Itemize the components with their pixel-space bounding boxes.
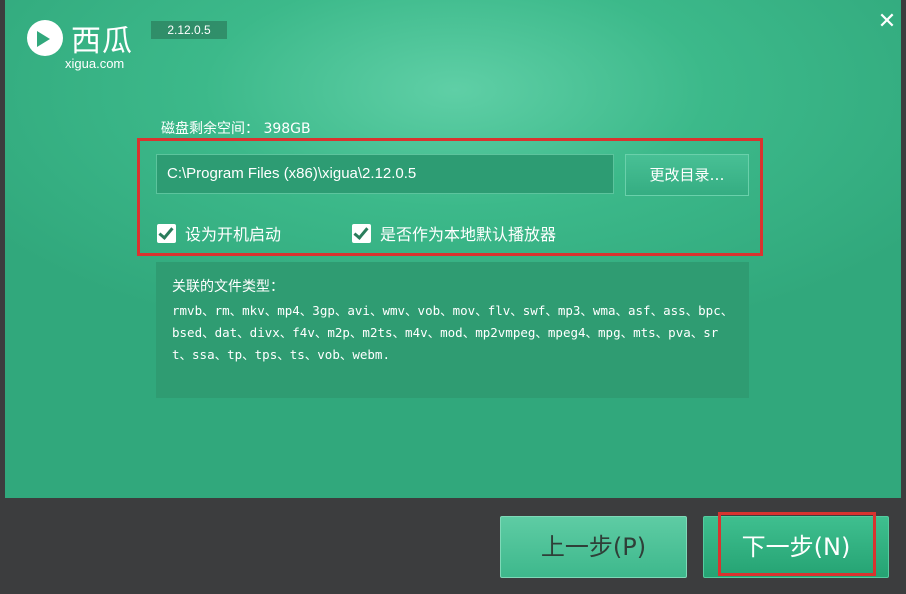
- disk-space-label: 磁盘剩余空间：: [161, 121, 259, 137]
- previous-step-button[interactable]: 上一步(P): [500, 516, 687, 578]
- app-logo: 西瓜 xigua.com: [27, 18, 145, 76]
- close-icon[interactable]: ✕: [873, 8, 901, 36]
- app-name: 西瓜: [71, 24, 133, 59]
- checkbox-checked-icon[interactable]: [157, 224, 176, 243]
- autostart-checkbox[interactable]: 设为开机启动: [157, 223, 281, 247]
- autostart-label: 设为开机启动: [185, 225, 282, 244]
- change-directory-button[interactable]: 更改目录…: [625, 154, 749, 196]
- version-badge: 2.12.0.5: [151, 21, 227, 39]
- file-types-panel: 关联的文件类型： rmvb、rm、mkv、mp4、3gp、avi、wmv、vob…: [156, 262, 749, 398]
- disk-space-info: 磁盘剩余空间： 398GB: [161, 118, 311, 138]
- default-player-label: 是否作为本地默认播放器: [380, 225, 557, 244]
- checkbox-checked-icon[interactable]: [352, 224, 371, 243]
- file-types-list: rmvb、rm、mkv、mp4、3gp、avi、wmv、vob、mov、flv、…: [172, 303, 734, 362]
- file-types-title: 关联的文件类型：: [172, 279, 284, 295]
- installer-window: 西瓜 xigua.com 2.12.0.5 ✕ 磁盘剩余空间： 398GB C:…: [0, 0, 906, 594]
- play-logo-icon: [27, 20, 63, 56]
- disk-space-value: 398GB: [263, 121, 311, 137]
- next-step-button[interactable]: 下一步(N): [703, 516, 889, 578]
- app-domain: xigua.com: [65, 56, 125, 71]
- install-path-field[interactable]: C:\Program Files (x86)\xigua\2.12.0.5: [156, 154, 614, 194]
- default-player-checkbox[interactable]: 是否作为本地默认播放器: [352, 223, 556, 247]
